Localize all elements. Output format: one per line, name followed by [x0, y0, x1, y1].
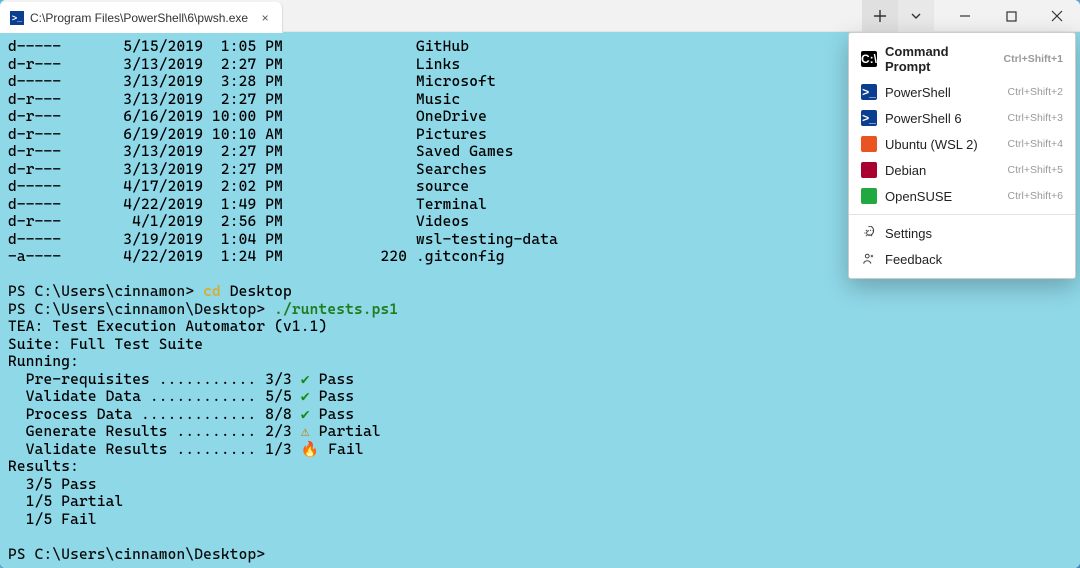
profile-icon: >_	[861, 84, 877, 100]
prompt: PS C:\Users\cinnamon\Desktop>	[8, 546, 265, 563]
result-row: 3/5 Pass	[26, 476, 97, 493]
menu-profile-item[interactable]: OpenSUSE Ctrl+Shift+6	[849, 183, 1075, 209]
tab-title: C:\Program Files\PowerShell\6\pwsh.exe	[30, 11, 248, 25]
shortcut: Ctrl+Shift+3	[1008, 112, 1063, 124]
profile-icon	[861, 188, 877, 204]
profile-icon: C:\	[861, 51, 877, 67]
menu-profile-item[interactable]: Ubuntu (WSL 2) Ctrl+Shift+4	[849, 131, 1075, 157]
status-icon: 🔥	[301, 441, 320, 458]
menu-label: PowerShell 6	[885, 111, 1000, 126]
status-icon: ✔	[301, 388, 310, 405]
powershell-icon: >_	[10, 11, 24, 25]
profile-icon: >_	[861, 110, 877, 126]
dir-row: d-r--- 4/1/2019 2:56 PM Videos	[8, 213, 469, 230]
maximize-icon	[1006, 11, 1017, 22]
dir-row: d----- 3/19/2019 1:04 PM wsl-testing-dat…	[8, 231, 558, 248]
dir-row: d-r--- 3/13/2019 2:27 PM Searches	[8, 161, 487, 178]
maximize-button[interactable]	[988, 0, 1034, 32]
tea-suite: Suite: Full Test Suite	[8, 336, 203, 353]
menu-label: Debian	[885, 163, 1000, 178]
status-icon: ✔	[301, 406, 310, 423]
prompt: PS C:\Users\cinnamon>	[8, 283, 194, 300]
minimize-button[interactable]	[942, 0, 988, 32]
cmd-arg: Desktop	[230, 283, 292, 300]
dir-row: d----- 5/15/2019 1:05 PM GitHub	[8, 38, 469, 55]
tab-pwsh[interactable]: >_ C:\Program Files\PowerShell\6\pwsh.ex…	[0, 2, 283, 33]
minimize-icon	[959, 10, 971, 22]
menu-label: Ubuntu (WSL 2)	[885, 137, 1000, 152]
window-controls	[942, 0, 1080, 31]
test-row: Process Data ............. 8/8 ✔ Pass	[26, 406, 354, 423]
shortcut: Ctrl+Shift+1	[1003, 53, 1063, 65]
shortcut: Ctrl+Shift+4	[1008, 138, 1063, 150]
dir-row: d-r--- 3/13/2019 2:27 PM Links	[8, 56, 460, 73]
terminal-window: >_ C:\Program Files\PowerShell\6\pwsh.ex…	[0, 0, 1080, 568]
cmd: ./runtests.ps1	[274, 301, 398, 318]
dir-row: d-r--- 6/19/2019 10:10 AM Pictures	[8, 126, 487, 143]
close-x-icon	[1051, 10, 1063, 22]
menu-label: Settings	[885, 226, 1063, 241]
feedback-icon	[861, 251, 877, 267]
profiles-dropdown: C:\ Command Prompt Ctrl+Shift+1 >_ PowerShel…	[848, 32, 1076, 279]
menu-label: Command Prompt	[885, 44, 995, 74]
menu-profile-item[interactable]: C:\ Command Prompt Ctrl+Shift+1	[849, 39, 1075, 79]
dir-row: d----- 3/13/2019 3:28 PM Microsoft	[8, 73, 496, 90]
tea-running: Running:	[8, 353, 79, 370]
result-row: 1/5 Partial	[26, 493, 124, 510]
menu-feedback[interactable]: Feedback	[849, 246, 1075, 272]
menu-settings[interactable]: Settings	[849, 220, 1075, 246]
cmd: cd	[203, 283, 221, 300]
close-button[interactable]	[1034, 0, 1080, 32]
test-row: Validate Data ............ 5/5 ✔ Pass	[26, 388, 354, 405]
dir-row: d----- 4/22/2019 1:49 PM Terminal	[8, 196, 487, 213]
menu-divider	[849, 214, 1075, 215]
test-row: Pre-requisites ........... 3/3 ✔ Pass	[26, 371, 354, 388]
dir-row: d-r--- 6/16/2019 10:00 PM OneDrive	[8, 108, 487, 125]
plus-icon	[873, 9, 887, 23]
dir-row: d-r--- 3/13/2019 2:27 PM Saved Games	[8, 143, 514, 160]
results-label: Results:	[8, 458, 79, 475]
menu-profile-item[interactable]: >_ PowerShell 6 Ctrl+Shift+3	[849, 105, 1075, 131]
shortcut: Ctrl+Shift+2	[1008, 86, 1063, 98]
menu-label: OpenSUSE	[885, 189, 1000, 204]
menu-label: PowerShell	[885, 85, 1000, 100]
dir-row: -a---- 4/22/2019 1:24 PM 220 .gitconfig	[8, 248, 505, 265]
profile-icon	[861, 162, 877, 178]
tab-dropdown-button[interactable]	[898, 0, 934, 32]
prompt: PS C:\Users\cinnamon\Desktop>	[8, 301, 265, 318]
new-tab-controls	[862, 0, 934, 31]
title-bar: >_ C:\Program Files\PowerShell\6\pwsh.ex…	[0, 0, 1080, 32]
status-icon: ✔	[301, 371, 310, 388]
gear-icon	[861, 225, 877, 241]
dir-row: d-r--- 3/13/2019 2:27 PM Music	[8, 91, 460, 108]
menu-profile-item[interactable]: >_ PowerShell Ctrl+Shift+2	[849, 79, 1075, 105]
tea-header: TEA: Test Execution Automator (v1.1)	[8, 318, 327, 335]
shortcut: Ctrl+Shift+6	[1008, 190, 1063, 202]
close-icon[interactable]: ×	[258, 11, 272, 25]
shortcut: Ctrl+Shift+5	[1008, 164, 1063, 176]
menu-profile-item[interactable]: Debian Ctrl+Shift+5	[849, 157, 1075, 183]
menu-label: Feedback	[885, 252, 1063, 267]
result-row: 1/5 Fail	[26, 511, 97, 528]
status-icon: ⚠	[301, 423, 310, 440]
dir-row: d----- 4/17/2019 2:02 PM source	[8, 178, 469, 195]
test-row: Generate Results ......... 2/3 ⚠ Partial	[26, 423, 381, 440]
profile-icon	[861, 136, 877, 152]
new-tab-button[interactable]	[862, 0, 898, 32]
chevron-down-icon	[910, 10, 922, 22]
test-row: Validate Results ......... 1/3 🔥 Fail	[26, 441, 364, 458]
